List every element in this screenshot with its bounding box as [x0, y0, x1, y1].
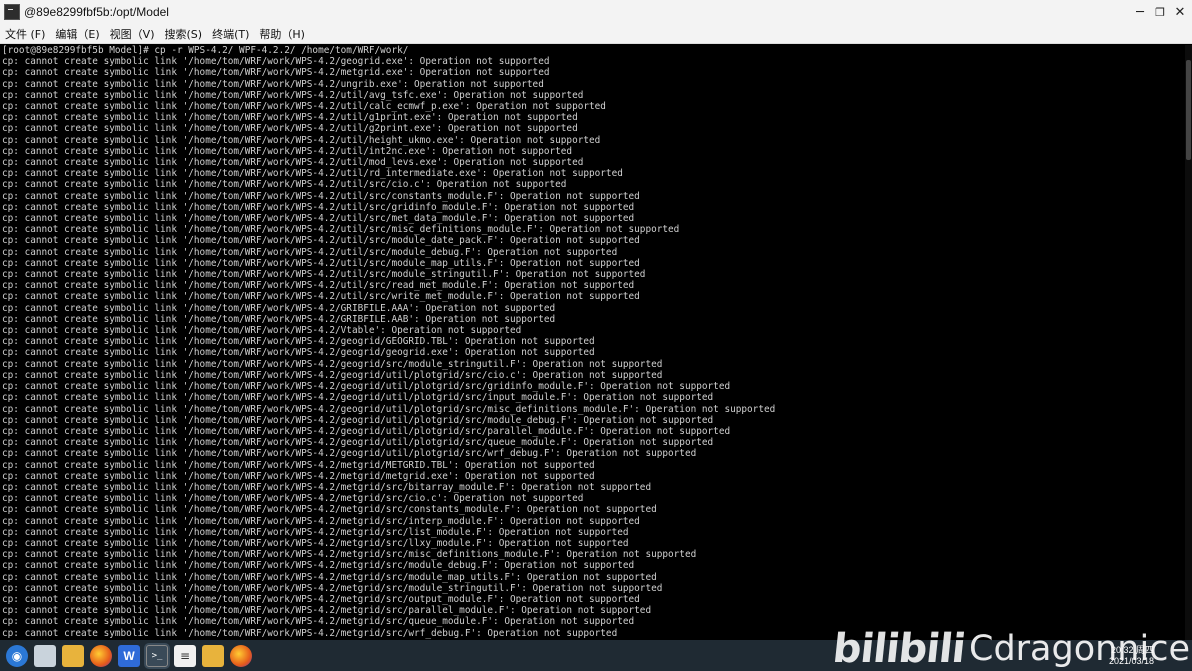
terminal-output-line: cp: cannot create symbolic link '/home/t…: [2, 67, 550, 79]
firefox-icon[interactable]: [90, 644, 112, 667]
terminal-output-line: cp: cannot create symbolic link '/home/t…: [2, 526, 629, 538]
terminal-output-line: cp: cannot create symbolic link '/home/t…: [2, 101, 606, 113]
scrollbar-thumb[interactable]: [1186, 60, 1191, 160]
terminal-output-line: cp: cannot create symbolic link '/home/t…: [2, 504, 657, 516]
start-menu-icon[interactable]: ◉: [6, 644, 28, 667]
menu-help[interactable]: 帮助（H): [254, 26, 310, 42]
terminal-output[interactable]: [root@89e8299fbf5b Model]# cp -r WPS-4.2…: [0, 45, 1185, 640]
system-tray-clock[interactable]: 20:32 周四 2021/03/18: [1109, 645, 1154, 667]
terminal-command-line: [root@89e8299fbf5b Model]# cp -r WPS-4.2…: [2, 45, 409, 56]
terminal-output-line: cp: cannot create symbolic link '/home/t…: [2, 336, 595, 348]
terminal-output-line: cp: cannot create symbolic link '/home/t…: [2, 425, 731, 437]
terminal-output-line: cp: cannot create symbolic link '/home/t…: [2, 168, 623, 180]
terminal-output-line: cp: cannot create symbolic link '/home/t…: [2, 291, 640, 303]
terminal-output-line: cp: cannot create symbolic link '/home/t…: [2, 213, 635, 225]
terminal-output-line: cp: cannot create symbolic link '/home/t…: [2, 269, 646, 281]
terminal-output-line: cp: cannot create symbolic link '/home/t…: [2, 347, 595, 359]
terminal-output-line: cp: cannot create symbolic link '/home/t…: [2, 493, 584, 505]
terminal-output-line: cp: cannot create symbolic link '/home/t…: [2, 392, 714, 404]
terminal-output-line: cp: cannot create symbolic link '/home/t…: [2, 470, 595, 482]
terminal-output-line: cp: cannot create symbolic link '/home/t…: [2, 280, 635, 292]
terminal-output-line: cp: cannot create symbolic link '/home/t…: [2, 179, 567, 191]
terminal-output-line: cp: cannot create symbolic link '/home/t…: [2, 201, 635, 213]
terminal-output-line: cp: cannot create symbolic link '/home/t…: [2, 627, 618, 639]
terminal-output-line: cp: cannot create symbolic link '/home/t…: [2, 616, 635, 628]
menu-bar: 文件 (F) 编辑（E) 视图（V) 搜索(S) 终端(T) 帮助（H): [0, 24, 1192, 44]
terminal-output-line: cp: cannot create symbolic link '/home/t…: [2, 134, 601, 146]
terminal-output-line: cp: cannot create symbolic link '/home/t…: [2, 313, 556, 325]
terminal-output-line: cp: cannot create symbolic link '/home/t…: [2, 257, 640, 269]
text-editor-icon[interactable]: ≡: [174, 644, 196, 667]
terminal-output-line: cp: cannot create symbolic link '/home/t…: [2, 89, 584, 101]
terminal-output-line: cp: cannot create symbolic link '/home/t…: [2, 246, 618, 258]
file-manager-2-icon[interactable]: [202, 644, 224, 667]
terminal-output-line: cp: cannot create symbolic link '/home/t…: [2, 358, 663, 370]
terminal-output-line: cp: cannot create symbolic link '/home/t…: [2, 56, 550, 68]
terminal-output-line: cp: cannot create symbolic link '/home/t…: [2, 582, 663, 594]
terminal-output-line: cp: cannot create symbolic link '/home/t…: [2, 593, 640, 605]
terminal-output-line: cp: cannot create symbolic link '/home/t…: [2, 112, 578, 124]
terminal-output-line: cp: cannot create symbolic link '/home/t…: [2, 537, 629, 549]
terminal-output-line: cp: cannot create symbolic link '/home/t…: [2, 459, 595, 471]
terminal-scrollbar[interactable]: [1185, 45, 1192, 640]
show-desktop-icon[interactable]: [34, 644, 56, 667]
terminal-output-line: cp: cannot create symbolic link '/home/t…: [2, 302, 556, 314]
close-button[interactable]: ✕: [1168, 0, 1192, 24]
wps-writer-icon[interactable]: W: [118, 644, 140, 667]
taskbar: ◉ W >_ ≡: [0, 640, 1192, 671]
terminal-output-line: cp: cannot create symbolic link '/home/t…: [2, 157, 584, 169]
window-title: @89e8299fbf5b:/opt/Model: [24, 5, 169, 19]
firefox-2-icon[interactable]: [230, 644, 252, 667]
tray-date: 2021/03/18: [1108, 656, 1154, 666]
terminal-output-line: cp: cannot create symbolic link '/home/t…: [2, 78, 544, 90]
terminal-output-line: cp: cannot create symbolic link '/home/t…: [2, 369, 663, 381]
terminal-output-line: cp: cannot create symbolic link '/home/t…: [2, 190, 640, 202]
terminal-output-line: cp: cannot create symbolic link '/home/t…: [2, 145, 573, 157]
terminal-output-line: cp: cannot create symbolic link '/home/t…: [2, 403, 776, 415]
terminal-taskbar-icon[interactable]: >_: [146, 644, 168, 667]
menu-edit[interactable]: 编辑（E): [50, 26, 104, 42]
terminal-output-line: cp: cannot create symbolic link '/home/t…: [2, 571, 657, 583]
terminal-app-icon: [4, 4, 20, 20]
terminal-output-line: cp: cannot create symbolic link '/home/t…: [2, 448, 697, 460]
menu-search[interactable]: 搜索(S): [160, 26, 208, 42]
tray-time: 20:32 周四: [1110, 645, 1154, 655]
terminal-output-line: cp: cannot create symbolic link '/home/t…: [2, 325, 522, 337]
terminal-output-line: cp: cannot create symbolic link '/home/t…: [2, 481, 652, 493]
file-manager-icon[interactable]: [62, 644, 84, 667]
terminal-output-line: cp: cannot create symbolic link '/home/t…: [2, 515, 640, 527]
menu-terminal[interactable]: 终端(T): [207, 26, 254, 42]
menu-file[interactable]: 文件 (F): [0, 26, 50, 42]
title-bar: @89e8299fbf5b:/opt/Model ─ ❐ ✕: [0, 0, 1192, 24]
terminal-output-line: cp: cannot create symbolic link '/home/t…: [2, 224, 680, 236]
terminal-output-line: cp: cannot create symbolic link '/home/t…: [2, 549, 697, 561]
terminal-output-line: cp: cannot create symbolic link '/home/t…: [2, 605, 652, 617]
menu-view[interactable]: 视图（V): [105, 26, 160, 42]
terminal-output-line: cp: cannot create symbolic link '/home/t…: [2, 235, 640, 247]
terminal-output-line: cp: cannot create symbolic link '/home/t…: [2, 414, 714, 426]
terminal-output-line: cp: cannot create symbolic link '/home/t…: [2, 123, 578, 135]
terminal-output-line: cp: cannot create symbolic link '/home/t…: [2, 560, 635, 572]
terminal-output-line: cp: cannot create symbolic link '/home/t…: [2, 381, 731, 393]
terminal-output-line: cp: cannot create symbolic link '/home/t…: [2, 437, 714, 449]
